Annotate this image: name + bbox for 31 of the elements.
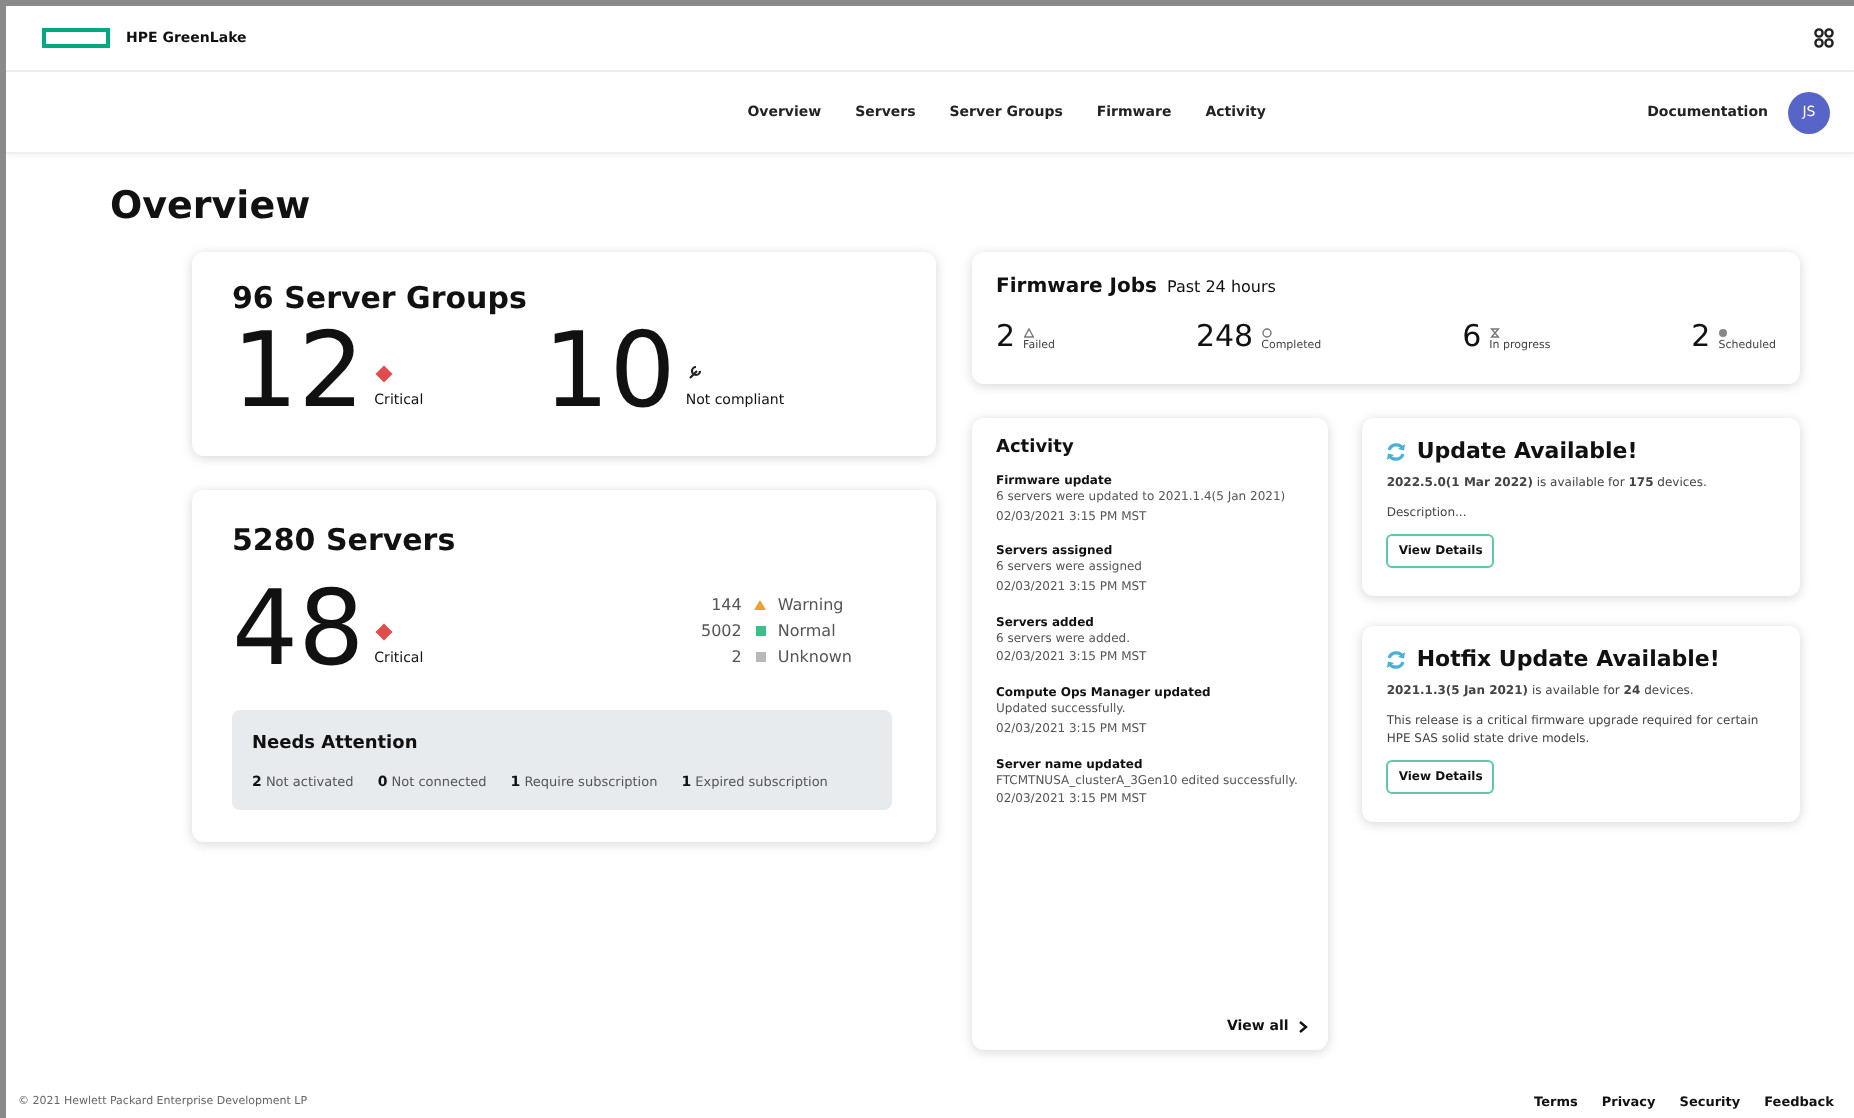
page-title: Overview (110, 184, 313, 228)
warning-icon (1023, 328, 1034, 338)
card-subtitle: Past 24 hours (1167, 278, 1276, 296)
card-title: Firmware Jobs (996, 276, 1157, 298)
hourglass-icon (1489, 328, 1500, 338)
stat-value: 12 (232, 320, 365, 424)
status-count: 2 (731, 647, 742, 665)
job-count: 2 (1691, 322, 1711, 352)
card-title: 5280 Servers (232, 522, 458, 558)
status-label: Warning (777, 595, 844, 613)
refresh-icon (1386, 441, 1407, 461)
status-label: Unknown (777, 647, 852, 665)
refresh-icon (1386, 649, 1407, 669)
card-title: Update Available! (1416, 438, 1638, 464)
critical-icon (375, 365, 393, 383)
status-count: 144 (711, 595, 742, 613)
stat-value: 48 (232, 578, 365, 682)
stat-value: 10 (543, 320, 676, 424)
job-count: 6 (1462, 322, 1482, 352)
status-count: 5002 (701, 621, 742, 639)
logo-icon (42, 28, 110, 48)
status-label: Normal (777, 621, 836, 639)
chevron-icon (1298, 1019, 1309, 1033)
card-title: Hotfix Update Available! (1416, 646, 1720, 672)
critical-icon (375, 623, 393, 641)
card-title: Activity (996, 438, 1076, 458)
job-count: 2 (996, 322, 1016, 352)
app-grid-icon (1814, 28, 1834, 48)
card-title: 96 Server Groups (232, 280, 529, 316)
job-count: 248 (1195, 322, 1254, 352)
panel-title: Needs Attention (252, 734, 420, 754)
